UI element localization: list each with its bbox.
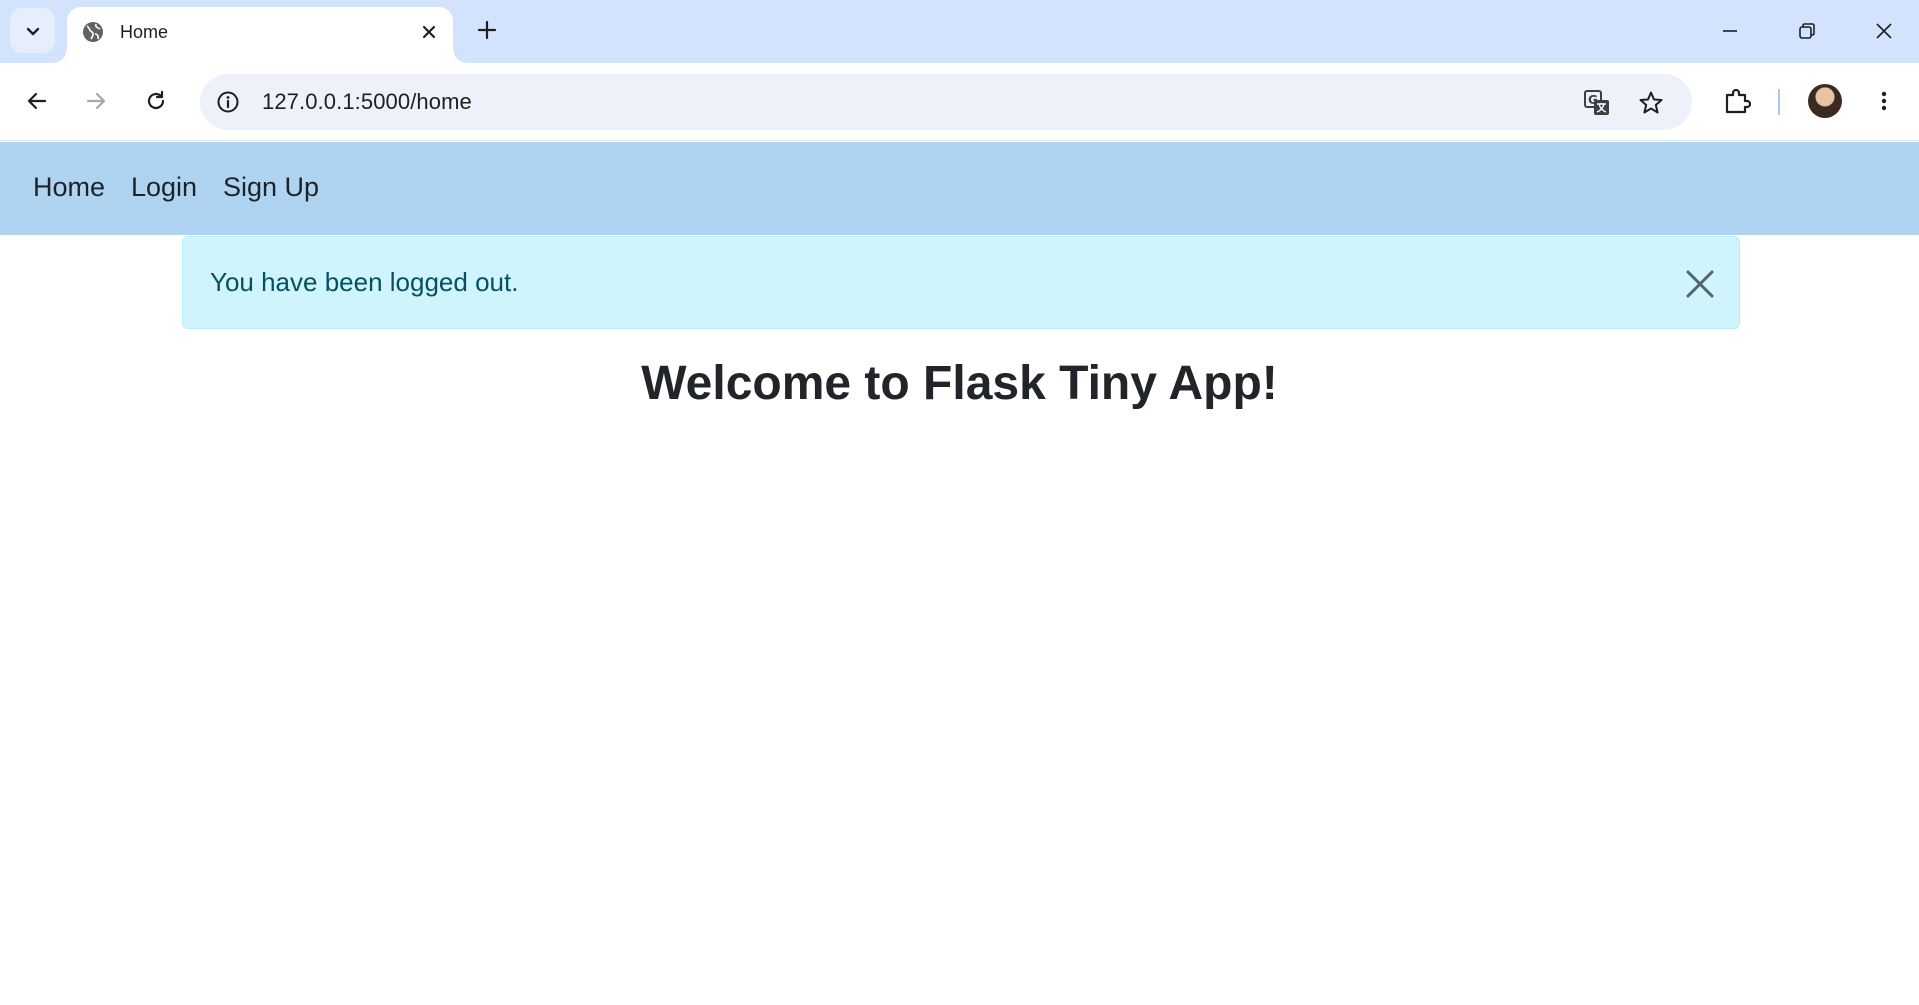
site-navbar: Home Login Sign Up (0, 142, 1919, 235)
new-tab-button[interactable] (470, 13, 504, 47)
tab-search-button[interactable] (10, 8, 55, 53)
restore-button[interactable] (1777, 6, 1837, 56)
kebab-menu-icon (1881, 91, 1887, 111)
extensions-button[interactable] (1715, 79, 1759, 123)
globe-icon (83, 22, 103, 42)
nav-link-sign-up[interactable]: Sign Up (223, 172, 319, 203)
minimize-icon (1723, 30, 1737, 32)
back-button[interactable] (15, 79, 59, 123)
translate-button[interactable]: G (1580, 86, 1614, 120)
profile-avatar[interactable] (1808, 84, 1842, 118)
arrow-right-icon (86, 92, 106, 110)
close-window-button[interactable] (1854, 6, 1914, 56)
active-tab[interactable]: Home (53, 7, 467, 63)
browser-tab-strip: Home (0, 0, 1919, 63)
reload-icon (147, 90, 165, 110)
alert-message: You have been logged out. (210, 267, 519, 297)
arrow-left-icon (27, 92, 47, 110)
toolbar-divider (1778, 89, 1780, 115)
address-bar[interactable]: 127.0.0.1:5000/home G (200, 74, 1692, 130)
close-icon (1876, 23, 1892, 39)
translate-icon: G (1584, 90, 1609, 115)
restore-icon (1799, 23, 1815, 39)
nav-link-login[interactable]: Login (131, 172, 197, 203)
alert-close-button[interactable] (1683, 267, 1717, 301)
close-icon (422, 25, 436, 39)
reload-button[interactable] (134, 79, 178, 123)
star-icon (1639, 91, 1663, 114)
bookmark-button[interactable] (1634, 86, 1668, 120)
plus-icon (477, 20, 497, 40)
info-icon (217, 91, 239, 113)
close-icon (1686, 270, 1714, 298)
url-text[interactable]: 127.0.0.1:5000/home (262, 89, 472, 115)
chevron-down-icon (26, 27, 39, 35)
tab-close-button[interactable] (417, 20, 441, 44)
logout-alert: You have been logged out. (182, 236, 1740, 329)
browser-toolbar: 127.0.0.1:5000/home G (0, 63, 1919, 141)
browser-menu-button[interactable] (1862, 79, 1906, 123)
forward-button[interactable] (74, 79, 118, 123)
puzzle-icon (1725, 88, 1751, 114)
nav-link-home[interactable]: Home (33, 172, 105, 203)
page-title: Welcome to Flask Tiny App! (641, 357, 1278, 410)
minimize-button[interactable] (1700, 6, 1760, 56)
tab-title: Home (120, 22, 169, 42)
site-info-button[interactable] (210, 84, 246, 120)
